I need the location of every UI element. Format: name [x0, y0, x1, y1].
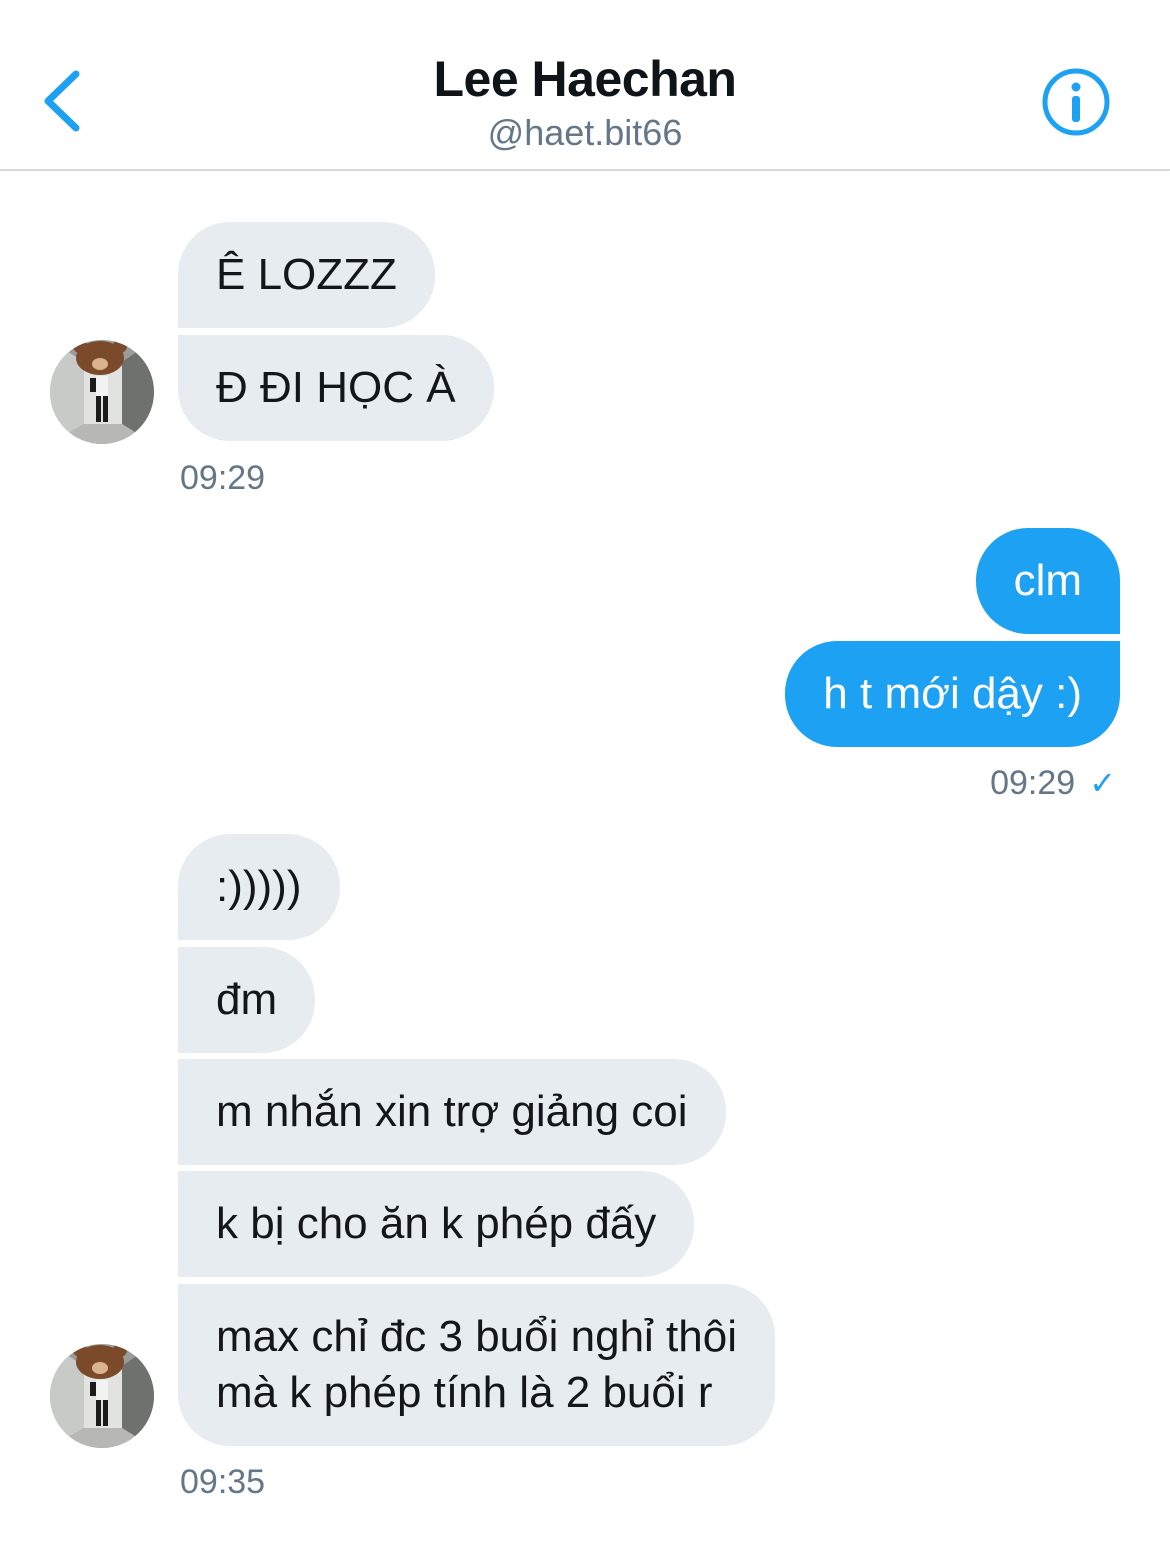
message-bubble-incoming[interactable]: m nhắn xin trợ giảng coi	[178, 1059, 726, 1165]
contact-name[interactable]: Lee Haechan	[0, 50, 1170, 108]
contact-avatar[interactable]	[50, 1344, 154, 1448]
message-timestamp: 09:35	[180, 1463, 266, 1501]
message-bubble-incoming[interactable]: max chỉ đc 3 buổi nghỉ thôi mà k phép tí…	[178, 1284, 775, 1446]
message-bubble-incoming[interactable]: Ê LOZZZ	[178, 222, 435, 328]
contact-handle[interactable]: @haet.bit66	[0, 112, 1170, 154]
message-line: mà k phép tính là 2 buổi r	[216, 1368, 713, 1417]
message-bubble-incoming[interactable]: Đ ĐI HỌC À	[178, 335, 494, 441]
message-timestamp: 09:29	[990, 764, 1076, 802]
message-timestamp: 09:29	[180, 459, 266, 497]
info-icon	[1042, 68, 1110, 136]
message-bubble-outgoing[interactable]: clm	[975, 528, 1120, 634]
conversation-header: Lee Haechan @haet.bit66	[0, 0, 1170, 171]
message-status: 09:29 ✓	[990, 764, 1116, 803]
avatar-photo	[50, 340, 154, 444]
avatar-photo	[50, 1344, 154, 1448]
message-bubble-incoming[interactable]: đm	[178, 947, 316, 1053]
info-button[interactable]	[1040, 66, 1112, 138]
contact-avatar[interactable]	[50, 340, 154, 444]
checkmark-icon: ✓	[1089, 765, 1116, 801]
message-bubble-incoming[interactable]: :)))))	[178, 834, 340, 940]
message-line: max chỉ đc 3 buổi nghỉ thôi	[216, 1312, 737, 1361]
message-bubble-incoming[interactable]: k bị cho ăn k phép đấy	[178, 1171, 695, 1277]
message-bubble-outgoing[interactable]: h t mới dậy :)	[785, 641, 1120, 747]
